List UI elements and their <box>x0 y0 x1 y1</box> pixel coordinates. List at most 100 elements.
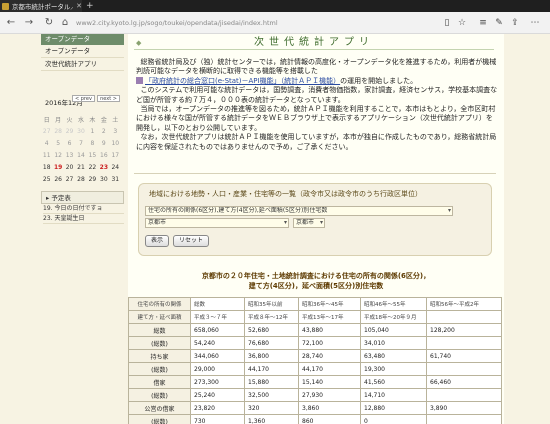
table-cell: 1,360 <box>244 414 299 424</box>
table-cell: 44,170 <box>298 362 361 376</box>
city-select[interactable]: 京都市 ▾ <box>145 218 289 228</box>
table-cell: 63,480 <box>360 349 427 363</box>
intro-p3: 当局では，オープンデータの推進等を図るため，統計ＡＰＩ機能を利用することで，本市… <box>136 105 496 132</box>
schedule-item[interactable]: 23. 天皇誕生日 <box>43 214 124 224</box>
table-cell: 860 <box>298 414 361 424</box>
calendar-day[interactable]: 18 <box>41 161 52 173</box>
table-cell: 23,820 <box>190 401 245 415</box>
table-title-line2: 建て方(4区分)，延べ面積(5区分)別住宅数 <box>248 282 384 290</box>
table-cell: 72,100 <box>298 336 361 350</box>
table-cell: 41,560 <box>360 375 427 389</box>
calendar-prev-button[interactable]: < prev <box>71 95 95 102</box>
page-title-text: 次世代統計アプリ <box>254 37 374 48</box>
calendar-day[interactable]: 21 <box>75 161 86 173</box>
calendar-day: 28 <box>54 127 62 135</box>
favorite-star-icon[interactable]: ☆ <box>455 16 469 30</box>
calendar-day: 1 <box>90 127 95 135</box>
table-row: (総数) 25,240 32,500 27,930 14,710 <box>128 388 502 402</box>
new-tab-button[interactable]: + <box>86 0 94 12</box>
header-cell: 建て方・延べ面積 <box>128 310 191 324</box>
calendar-day[interactable]: 29 <box>87 173 98 185</box>
calendar-day: 2 <box>101 127 106 135</box>
table-cell <box>426 362 502 376</box>
weekday-label: 土 <box>112 116 119 124</box>
row-label-cell: 持ち家 <box>128 349 191 363</box>
home-icon[interactable]: ⌂ <box>58 16 72 30</box>
row-label-cell: (総数) <box>128 336 191 350</box>
table-select[interactable]: 住宅の所有の関係(6区分),建て方(4区分),延べ面積(5区分)別住宅数 ▾ <box>145 206 453 216</box>
weekday-label: 日 <box>43 116 50 124</box>
housing-table: 住宅の所有の関係 総数 昭和35年以前 昭和36年～45年 昭和46年～55年 … <box>128 297 502 424</box>
ward-select[interactable]: 京都市 ▾ <box>293 218 325 228</box>
weekday-label: 火 <box>66 116 73 124</box>
table-select-value: 住宅の所有の関係(6区分),建て方(4区分),延べ面積(5区分)別住宅数 <box>148 207 328 214</box>
calendar-day: 17 <box>111 151 120 159</box>
reset-button[interactable]: リセット <box>173 235 209 247</box>
calendar-day[interactable]: 20 <box>64 161 75 173</box>
row-label-cell: 総数 <box>128 323 191 337</box>
table-cell: 36,800 <box>244 349 299 363</box>
calendar-day: 14 <box>77 151 85 159</box>
sidebar-item-nextgen-app[interactable]: 次世代統計アプリ <box>41 58 124 71</box>
table-cell: 25,240 <box>190 388 245 402</box>
estat-api-link[interactable]: 「政府統計の総合窓口(e-Stat)－API機能」（統計ＡＰＩ機能） <box>145 77 340 85</box>
browser-tab[interactable]: 京都市統計ポータル／次世 ✕ <box>0 0 82 12</box>
header-cell: 昭和35年以前 <box>244 297 299 311</box>
table-row: 公営の借家 23,820 320 3,860 12,880 3,890 <box>128 401 502 415</box>
table-cell: 43,880 <box>298 323 361 337</box>
table-cell: 730 <box>190 414 245 424</box>
calendar-day[interactable]: 26 <box>52 173 63 185</box>
calendar-day-today[interactable]: 19 <box>52 161 63 173</box>
city-select-value: 京都市 <box>148 219 167 226</box>
intro-p1-end: の運用を開始しました。 <box>340 76 418 85</box>
calendar-day[interactable]: 27 <box>64 173 75 185</box>
schedule-list: 19. 今日の日付ですョ 23. 天皇誕生日 <box>41 204 124 224</box>
table-row: 総数 658,060 52,680 43,880 105,040 128,200 <box>128 323 502 337</box>
url-host: www2.city.kyoto.lg.jp <box>76 19 145 27</box>
intro-text: 総務省統計局及び（独）統計センターでは，統計情報の高度化・オープンデータ化を推進… <box>136 58 498 152</box>
tab-close-icon[interactable]: ✕ <box>76 2 82 10</box>
sidebar-item-opendata[interactable]: オープンデータ <box>41 45 124 58</box>
calendar-day[interactable]: 28 <box>75 173 86 185</box>
calendar-day: 12 <box>54 151 62 159</box>
calendar-day[interactable]: 22 <box>87 161 98 173</box>
row-label-cell: (総数) <box>128 414 191 424</box>
web-note-icon[interactable]: ✎ <box>492 16 506 30</box>
calendar-day[interactable]: 31 <box>110 173 121 185</box>
address-bar[interactable]: www2.city.kyoto.lg.jp/sogo/toukei/openda… <box>76 17 436 29</box>
calendar-day-holiday[interactable]: 23 <box>98 161 109 173</box>
table-cell: 0 <box>360 414 427 424</box>
calendar-day[interactable]: 25 <box>41 173 52 185</box>
intro-paragraph: 当局では，オープンデータの推進等を図るため，統計ＡＰＩ機能を利用することで，本市… <box>136 105 498 133</box>
browser-titlebar: 京都市統計ポータル／次世 ✕ + <box>0 0 550 12</box>
weekday-label: 金 <box>100 116 107 124</box>
table-cell: 27,930 <box>298 388 361 402</box>
back-icon[interactable]: ← <box>4 16 18 30</box>
refresh-icon[interactable]: ↻ <box>42 16 56 30</box>
calendar-next-button[interactable]: next > <box>97 95 120 102</box>
calendar: 日 月 火 水 木 金 土 27 28 29 30 1 2 3 4 5 6 7 … <box>41 113 121 185</box>
schedule-header[interactable]: ▸ 予定表 <box>41 191 124 204</box>
weekday-label: 木 <box>89 116 96 124</box>
calendar-day[interactable]: 30 <box>98 173 109 185</box>
stats-form: 地域における地勢・人口・産業・住宅等の一覧（政令市又は政令市のうち行政区単位） … <box>138 183 492 256</box>
table-row: (総数) 54,240 76,680 72,100 34,010 <box>128 336 502 350</box>
more-icon[interactable]: ⋯ <box>528 16 542 30</box>
table-cell: 14,710 <box>360 388 427 402</box>
share-icon[interactable]: ⇪ <box>508 16 522 30</box>
show-button[interactable]: 表示 <box>145 235 169 247</box>
intro-paragraph: 総務省統計局及び（独）統計センターでは，統計情報の高度化・オープンデータ化を推進… <box>136 58 498 86</box>
reading-view-icon[interactable]: ▯ <box>440 16 454 30</box>
hub-icon[interactable]: ≡ <box>476 16 490 30</box>
calendar-day[interactable]: 24 <box>110 161 121 173</box>
row-label-cell: (総数) <box>128 362 191 376</box>
ward-select-value: 京都市 <box>296 219 315 226</box>
table-cell: 28,740 <box>298 349 361 363</box>
table-row: (総数) 730 1,360 860 0 <box>128 414 502 424</box>
table-cell: 29,000 <box>190 362 245 376</box>
table-cell: 32,500 <box>244 388 299 402</box>
calendar-day: 10 <box>111 139 120 147</box>
schedule-item[interactable]: 19. 今日の日付ですョ <box>43 204 124 214</box>
forward-icon[interactable]: → <box>22 16 36 30</box>
table-row: 持ち家 344,060 36,800 28,740 63,480 61,740 <box>128 349 502 363</box>
